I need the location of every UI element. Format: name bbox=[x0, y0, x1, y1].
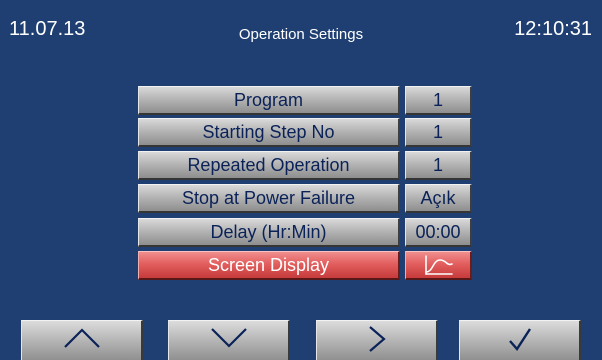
settings-row-delay: Delay (Hr:Min) 00:00 bbox=[138, 218, 474, 248]
settings-row-program: Program 1 bbox=[138, 86, 474, 116]
stop-power-failure-value-button[interactable]: Açık bbox=[405, 184, 472, 213]
settings-row-starting-step: Starting Step No 1 bbox=[138, 118, 474, 148]
confirm-button[interactable] bbox=[459, 320, 581, 360]
up-button[interactable] bbox=[21, 320, 143, 360]
program-button[interactable]: Program bbox=[138, 86, 400, 115]
delay-value-button[interactable]: 00:00 bbox=[405, 218, 472, 247]
next-button[interactable] bbox=[316, 320, 438, 360]
settings-row-repeated-operation: Repeated Operation 1 bbox=[138, 151, 474, 181]
stop-power-failure-button[interactable]: Stop at Power Failure bbox=[138, 184, 400, 213]
delay-button[interactable]: Delay (Hr:Min) bbox=[138, 218, 400, 247]
program-value-button[interactable]: 1 bbox=[405, 86, 472, 115]
graph-curve-icon bbox=[425, 255, 453, 275]
down-arrow-icon bbox=[210, 328, 247, 348]
up-arrow-icon bbox=[63, 328, 100, 348]
repeated-operation-button[interactable]: Repeated Operation bbox=[138, 151, 400, 180]
starting-step-button[interactable]: Starting Step No bbox=[138, 118, 400, 147]
checkmark-icon bbox=[508, 328, 531, 351]
screen-display-button[interactable]: Screen Display bbox=[138, 251, 400, 280]
starting-step-value-button[interactable]: 1 bbox=[405, 118, 472, 147]
screen-display-value-button[interactable] bbox=[405, 251, 472, 280]
header-bar: 11.07.13 Operation Settings 12:10:31 bbox=[0, 0, 602, 60]
settings-row-screen-display: Screen Display bbox=[138, 251, 474, 281]
settings-row-stop-power-failure: Stop at Power Failure Açık bbox=[138, 184, 474, 214]
down-button[interactable] bbox=[168, 320, 290, 360]
repeated-operation-value-button[interactable]: 1 bbox=[405, 151, 472, 180]
page-title: Operation Settings bbox=[238, 26, 364, 43]
time-display: 12:10:31 bbox=[514, 18, 592, 40]
right-arrow-icon bbox=[368, 326, 386, 352]
